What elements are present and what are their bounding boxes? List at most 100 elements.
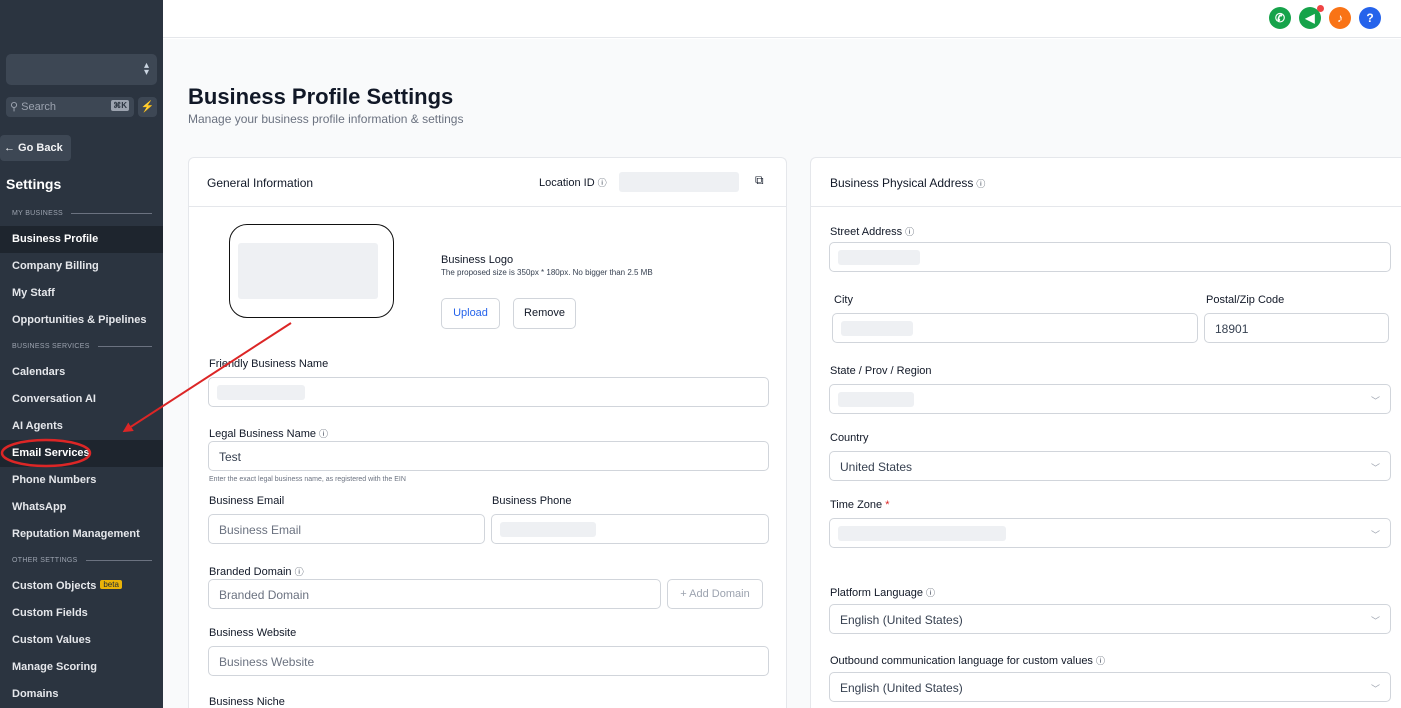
platform-language-label: Platform Language ⓘ: [830, 587, 935, 599]
sidebar-item-label: Custom Objects: [12, 580, 97, 592]
business-phone-value: [500, 522, 596, 537]
business-email-label: Business Email: [209, 495, 285, 507]
info-icon: ⓘ: [976, 179, 986, 189]
add-domain-button[interactable]: + Add Domain: [667, 579, 763, 609]
friendly-name-value: [217, 385, 305, 400]
timezone-select[interactable]: ﹀: [829, 518, 1391, 548]
timezone-label: Time Zone *: [830, 499, 890, 511]
outbound-language-label: Outbound communication language for cust…: [830, 655, 1105, 667]
info-icon: ⓘ: [925, 588, 935, 598]
street-address-input[interactable]: [829, 242, 1391, 272]
location-id-label: Location ID ⓘ: [539, 177, 607, 189]
sidebar-item-ai-agents[interactable]: AI Agents: [0, 413, 163, 440]
sidebar-item-domains[interactable]: Domains: [0, 681, 163, 708]
branded-domain-input[interactable]: Branded Domain: [208, 579, 661, 609]
business-phone-input[interactable]: [491, 514, 769, 544]
outbound-language-select[interactable]: English (United States) ﹀: [829, 672, 1391, 702]
sidebar-item-custom-fields[interactable]: Custom Fields: [0, 600, 163, 627]
settings-title: Settings: [6, 176, 62, 192]
street-address-label: Street Address ⓘ: [830, 226, 915, 238]
business-niche-label: Business Niche: [209, 696, 285, 708]
sidebar-item-phone-numbers[interactable]: Phone Numbers: [0, 467, 163, 494]
location-id-value: [619, 172, 739, 192]
country-select[interactable]: United States ﹀: [829, 451, 1391, 481]
friendly-name-label: Friendly Business Name: [209, 358, 329, 370]
required-mark: *: [885, 499, 890, 511]
legal-name-hint: Enter the exact legal business name, as …: [209, 476, 406, 483]
quick-action-bolt-icon[interactable]: ⚡: [138, 97, 157, 117]
sidebar-item-business-profile[interactable]: Business Profile: [0, 226, 163, 253]
bell-icon[interactable]: ♪: [1329, 7, 1351, 29]
friendly-name-input[interactable]: [208, 377, 769, 407]
logo-size-hint: The proposed size is 350px * 180px. No b…: [441, 268, 653, 277]
business-logo-label: Business Logo: [441, 254, 514, 266]
chevron-down-icon: ﹀: [1370, 463, 1380, 473]
card-title: Business Physical Address ⓘ: [830, 176, 986, 190]
upload-button[interactable]: Upload: [441, 298, 500, 329]
street-address-value: [838, 250, 920, 265]
info-icon: ⓘ: [319, 429, 329, 439]
general-information-card: General Information Location ID ⓘ ⧉ Busin…: [188, 157, 787, 708]
sidebar-item-whatsapp[interactable]: WhatsApp: [0, 494, 163, 521]
help-icon[interactable]: ?: [1359, 7, 1381, 29]
legal-name-label: Legal Business Name ⓘ: [209, 428, 329, 440]
sidebar-item-reputation[interactable]: Reputation Management: [0, 521, 163, 548]
timezone-value: [838, 526, 1006, 541]
chevron-down-icon: ﹀: [1370, 684, 1380, 694]
country-value: United States: [840, 460, 913, 474]
go-back-button[interactable]: ← Go Back: [0, 135, 71, 161]
info-icon: ⓘ: [905, 227, 915, 237]
remove-button[interactable]: Remove: [513, 298, 576, 329]
sidebar-item-custom-values[interactable]: Custom Values: [0, 627, 163, 654]
notification-dot: [1317, 5, 1324, 12]
phone-icon[interactable]: ✆: [1269, 7, 1291, 29]
chevron-down-icon: ﹀: [1370, 616, 1380, 626]
city-input[interactable]: [832, 313, 1198, 343]
branded-domain-label: Branded Domain ⓘ: [209, 566, 304, 578]
city-value: [841, 321, 913, 336]
search-icon: ⚲: [10, 101, 22, 113]
info-icon: ⓘ: [597, 178, 607, 188]
sidebar-item-manage-scoring[interactable]: Manage Scoring: [0, 654, 163, 681]
business-website-label: Business Website: [209, 627, 297, 639]
card-title: General Information: [207, 176, 314, 190]
chevron-down-icon: ﹀: [1370, 396, 1380, 406]
logo-image: [238, 243, 378, 299]
postal-code-input[interactable]: 18901: [1204, 313, 1389, 343]
sidebar-item-email-services[interactable]: Email Services: [0, 440, 163, 467]
sidebar-item-custom-objects[interactable]: Custom Objects beta: [0, 573, 163, 600]
state-label: State / Prov / Region: [830, 365, 932, 377]
chevron-down-icon: ﹀: [1370, 530, 1380, 540]
card-header: General Information Location ID ⓘ ⧉: [189, 158, 786, 207]
sidebar-item-opportunities[interactable]: Opportunities & Pipelines: [0, 307, 163, 334]
beta-badge: beta: [100, 580, 122, 589]
platform-language-value: English (United States): [840, 613, 963, 627]
section-my-business: MY BUSINESS: [12, 210, 152, 217]
main-content: Business Profile Settings Manage your bu…: [163, 39, 1401, 708]
business-address-card: Business Physical Address ⓘ Street Addres…: [810, 157, 1401, 708]
copy-icon[interactable]: ⧉: [755, 173, 764, 188]
outbound-language-value: English (United States): [840, 681, 963, 695]
legal-name-input[interactable]: Test: [208, 441, 769, 471]
info-icon: ⓘ: [1095, 656, 1105, 666]
business-email-input[interactable]: Business Email: [208, 514, 485, 544]
sidebar-item-conversation-ai[interactable]: Conversation AI: [0, 386, 163, 413]
search-placeholder: Search: [21, 101, 56, 113]
location-switcher[interactable]: ▴ ▾: [6, 54, 157, 85]
state-value: [838, 392, 914, 407]
search-input[interactable]: ⚲ Search ⌘K: [6, 97, 134, 117]
page-subtitle: Manage your business profile information…: [188, 112, 464, 126]
card-header: Business Physical Address ⓘ: [811, 158, 1401, 207]
sidebar-item-calendars[interactable]: Calendars: [0, 359, 163, 386]
platform-language-select[interactable]: English (United States) ﹀: [829, 604, 1391, 634]
sidebar-item-company-billing[interactable]: Company Billing: [0, 253, 163, 280]
logo-preview[interactable]: [229, 224, 394, 318]
section-other-settings: OTHER SETTINGS: [12, 557, 152, 564]
state-select[interactable]: ﹀: [829, 384, 1391, 414]
postal-code-label: Postal/Zip Code: [1206, 294, 1285, 306]
sidebar-item-my-staff[interactable]: My Staff: [0, 280, 163, 307]
section-business-services: BUSINESS SERVICES: [12, 343, 152, 350]
country-label: Country: [830, 432, 869, 444]
business-website-input[interactable]: Business Website: [208, 646, 769, 676]
city-label: City: [834, 294, 853, 306]
